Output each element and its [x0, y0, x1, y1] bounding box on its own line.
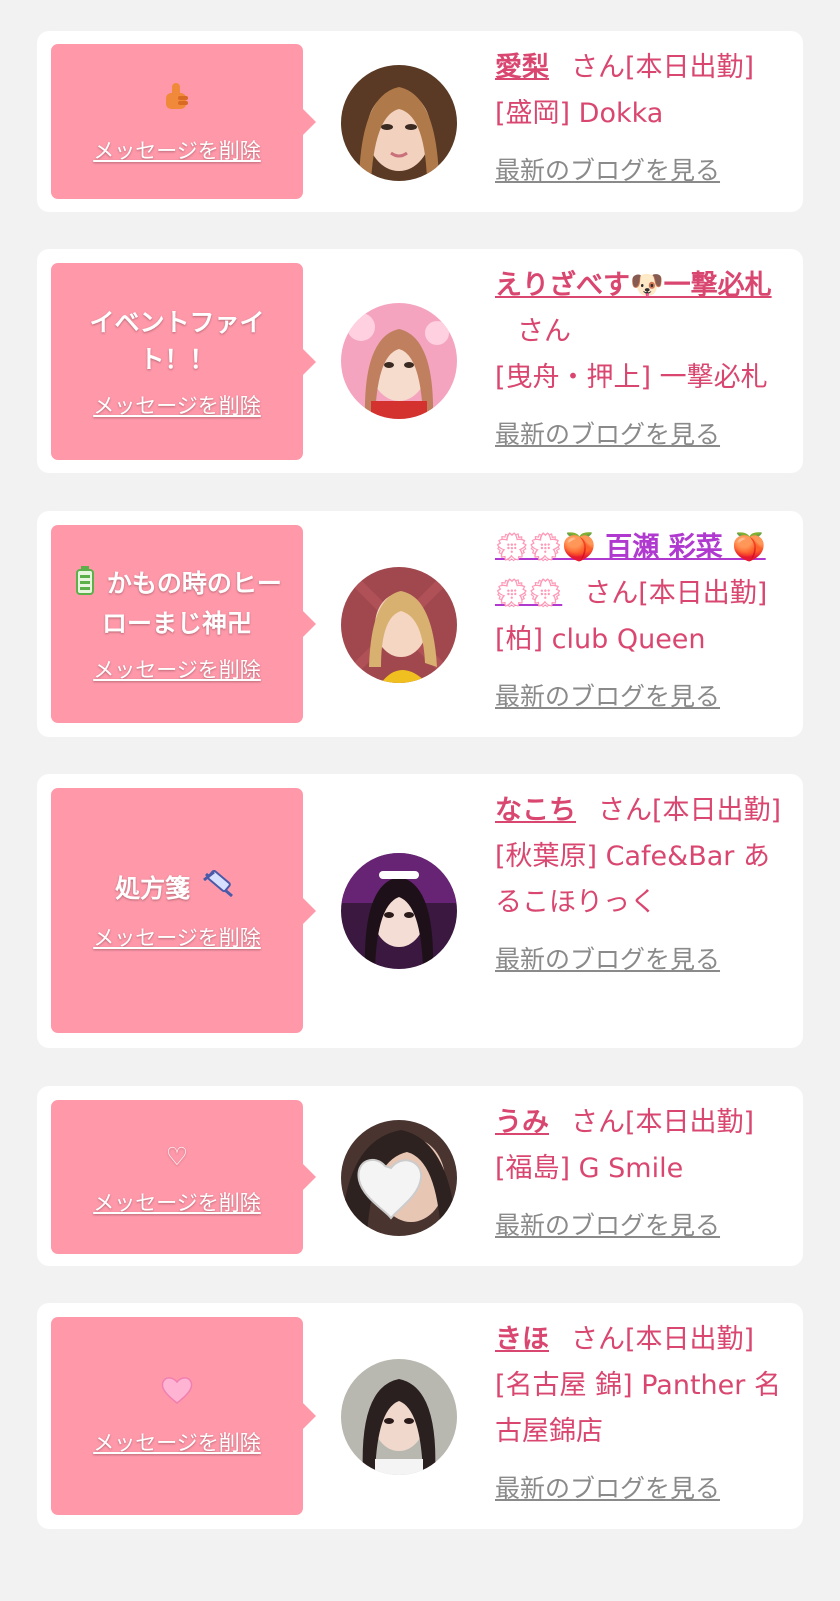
message-bubble: かもの時のヒーローまじ神卍 メッセージを削除: [51, 525, 316, 723]
cast-name-link[interactable]: 愛梨: [495, 52, 549, 83]
name-line: きほ さん[本日出勤]: [495, 1317, 795, 1363]
syringe-icon: [202, 869, 236, 910]
cast-name-link[interactable]: えりざべす🐶一撃必札: [495, 270, 772, 301]
message-text: [143, 79, 211, 123]
delete-message-link[interactable]: メッセージを削除: [93, 390, 261, 420]
blog-link[interactable]: 最新のブログを見る: [495, 1206, 720, 1242]
shop-text: [盛岡] Dokka: [495, 98, 664, 129]
message-text: イベントファイト！！: [89, 307, 265, 374]
cast-info: 愛梨 さん[本日出勤] [盛岡] Dokka 最新のブログを見る: [495, 45, 795, 187]
shop-text: [福島] G Smile: [495, 1153, 684, 1184]
delete-message-link[interactable]: メッセージを削除: [93, 922, 261, 952]
blog-link[interactable]: 最新のブログを見る: [495, 1469, 720, 1505]
name-suffix: さん: [598, 795, 652, 826]
name-line: 愛梨 さん[本日出勤]: [495, 45, 795, 91]
message-bubble: メッセージを削除: [51, 1317, 316, 1515]
avatar[interactable]: [341, 303, 457, 419]
status-text: [本日出勤]: [652, 795, 782, 826]
message-list: メッセージを削除 愛梨 さん[本日出勤] [盛岡] Dokka 最新のブログを見る…: [0, 0, 840, 1601]
status-text: [本日出勤]: [625, 1107, 755, 1138]
blog-link[interactable]: 最新のブログを見る: [495, 940, 720, 976]
name-suffix: さん: [571, 1324, 625, 1355]
delete-message-link[interactable]: メッセージを削除: [93, 135, 261, 165]
cast-info: なこち さん[本日出勤] [秋葉原] Cafe&Bar あるこほりっく 最新のブロ…: [495, 788, 795, 976]
status-text: [本日出勤]: [625, 1324, 755, 1355]
name-suffix: さん: [517, 316, 571, 347]
message-text: 処方箋: [101, 869, 253, 910]
cast-name-link[interactable]: なこち: [495, 795, 576, 826]
cast-info: うみ さん[本日出勤] [福島] G Smile 最新のブログを見る: [495, 1100, 795, 1242]
avatar[interactable]: [341, 853, 457, 969]
blog-link[interactable]: 最新のブログを見る: [495, 677, 720, 713]
status-text: [本日出勤]: [638, 578, 768, 609]
message-card: メッセージを削除 きほ さん[本日出勤] [名古屋 錦] Panther 名古屋錦…: [37, 1303, 803, 1529]
cast-name-link[interactable]: きほ: [495, 1324, 549, 1355]
message-bubble: メッセージを削除: [51, 44, 316, 199]
message-card: ♡ メッセージを削除 うみ さん[本日出勤] [福島] G Smile 最新のブロ…: [37, 1086, 803, 1266]
avatar[interactable]: [341, 567, 457, 683]
blog-link[interactable]: 最新のブログを見る: [495, 415, 720, 451]
thumbs-up-icon: [160, 79, 194, 123]
status-text: [本日出勤]: [625, 52, 755, 83]
message-card: メッセージを削除 愛梨 さん[本日出勤] [盛岡] Dokka 最新のブログを見る: [37, 31, 803, 212]
message-text: かもの時のヒーローまじ神卍: [51, 565, 303, 642]
name-suffix: さん: [571, 52, 625, 83]
delete-message-link[interactable]: メッセージを削除: [93, 654, 261, 684]
shop-text: [柏] club Queen: [495, 624, 706, 655]
avatar[interactable]: [341, 1120, 457, 1236]
message-bubble: 処方箋 メッセージを削除: [51, 788, 316, 1033]
name-suffix: さん: [584, 578, 639, 609]
shop-text: [名古屋 錦] Panther 名古屋錦店: [495, 1370, 781, 1447]
cast-info: きほ さん[本日出勤] [名古屋 錦] Panther 名古屋錦店 最新のブログを…: [495, 1317, 795, 1505]
avatar[interactable]: [341, 1359, 457, 1475]
battery-icon: [75, 565, 95, 605]
name-line: えりざべす🐶一撃必札さん: [495, 263, 795, 355]
message-text: [143, 1375, 211, 1415]
cast-info: 💮💮🍑 百瀬 彩菜 🍑💮💮 さん[本日出勤] [柏] club Queen 最新の…: [495, 525, 795, 713]
message-text: ♡: [165, 1141, 189, 1171]
name-line: 💮💮🍑 百瀬 彩菜 🍑💮💮 さん[本日出勤]: [495, 525, 795, 617]
message-card: 処方箋 メッセージを削除 なこち さん[本日出勤] [秋葉原] Cafe&Bar…: [37, 774, 803, 1048]
message-bubble: イベントファイト！！ メッセージを削除: [51, 263, 316, 460]
cast-info: えりざべす🐶一撃必札さん [曳舟・押上] 一撃必札 最新のブログを見る: [495, 263, 795, 451]
blog-link[interactable]: 最新のブログを見る: [495, 151, 720, 187]
name-line: うみ さん[本日出勤]: [495, 1100, 795, 1146]
delete-message-link[interactable]: メッセージを削除: [93, 1427, 261, 1457]
cast-name-link[interactable]: うみ: [495, 1107, 549, 1138]
avatar[interactable]: [341, 65, 457, 181]
message-card: イベントファイト！！ メッセージを削除 えりざべす🐶一撃必札さん [曳舟・押上]…: [37, 249, 803, 473]
shop-text: [秋葉原] Cafe&Bar あるこほりっく: [495, 841, 770, 918]
message-card: かもの時のヒーローまじ神卍 メッセージを削除 💮💮🍑 百瀬 彩菜 🍑💮💮 さん[本…: [37, 511, 803, 737]
delete-message-link[interactable]: メッセージを削除: [93, 1187, 261, 1217]
name-line: なこち さん[本日出勤]: [495, 788, 795, 834]
shop-text: [曳舟・押上] 一撃必札: [495, 362, 768, 393]
pink-heart-icon: [160, 1375, 194, 1415]
message-bubble: ♡ メッセージを削除: [51, 1100, 316, 1254]
name-suffix: さん: [571, 1107, 625, 1138]
